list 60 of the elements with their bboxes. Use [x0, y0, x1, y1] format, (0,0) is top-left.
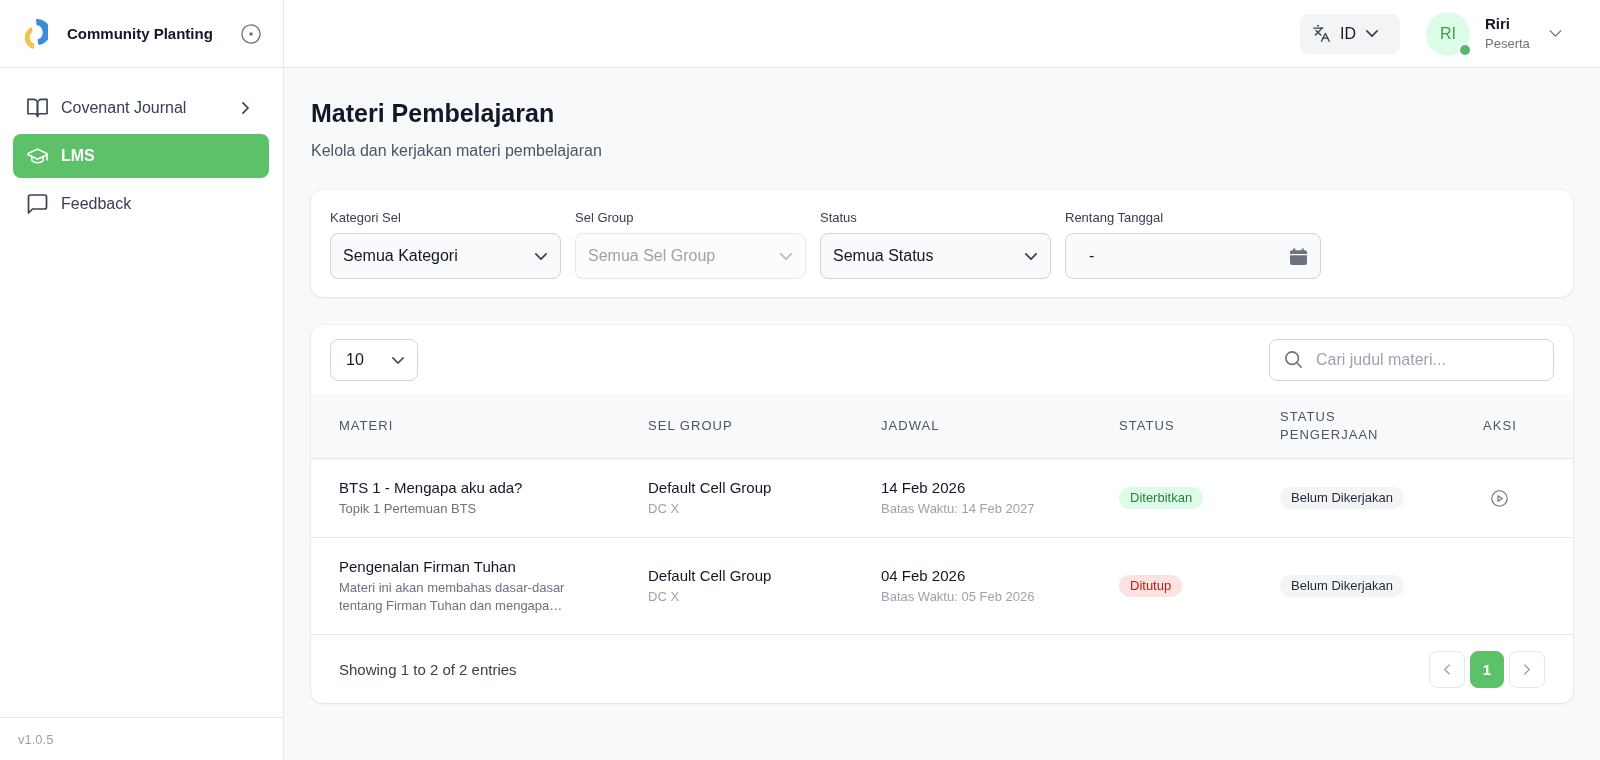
date-range-field[interactable]: - [1065, 233, 1321, 279]
materi-title: BTS 1 - Mengapa aku ada? [339, 478, 523, 498]
column-header: AKSI [1483, 417, 1517, 435]
column-header: STATUS PENGERJAAN [1280, 408, 1380, 444]
dropdown[interactable]: Semua Status [820, 233, 1051, 279]
progress-badge: Belum Dikerjakan [1280, 487, 1404, 509]
circle-dot-icon[interactable] [241, 23, 261, 44]
materi-description: Topik 1 Pertemuan BTS [339, 500, 477, 518]
search-icon [1285, 351, 1302, 368]
chevron-down-icon [535, 252, 547, 260]
group-name: Default Cell Group [648, 478, 772, 498]
materi-title: Pengenalan Firman Tuhan [339, 557, 516, 577]
field-label: Kategori Sel [330, 210, 401, 226]
translate-icon [1313, 25, 1330, 42]
user-name: Riri [1485, 15, 1511, 33]
calendar-icon [1290, 247, 1307, 265]
search-field[interactable]: Cari judul materi... [1269, 339, 1554, 381]
chevron-down-icon [1366, 30, 1378, 37]
sidebar-item[interactable]: Covenant Journal [13, 86, 269, 130]
dropdown[interactable]: Semua Kategori [330, 233, 561, 279]
group-name: Default Cell Group [648, 566, 772, 586]
schedule-date: 14 Feb 2026 [881, 478, 966, 498]
field-label: Sel Group [575, 210, 634, 226]
page-title: Materi Pembelajaran [311, 98, 555, 129]
language-button[interactable]: ID [1300, 13, 1400, 54]
page-size-select[interactable]: 10 [330, 339, 418, 381]
deadline-text: Batas Waktu: 14 Feb 2027 [881, 500, 1035, 518]
column-header: SEL GROUP [648, 417, 733, 435]
chevron-down-icon [1025, 252, 1037, 260]
column-header: MATERI [339, 417, 394, 435]
group-code: DC X [648, 500, 680, 518]
book-icon [27, 98, 48, 118]
play-icon[interactable] [1491, 489, 1508, 507]
chevron-down-icon [780, 252, 792, 260]
progress-badge: Belum Dikerjakan [1280, 575, 1404, 597]
avatar: RI [1426, 11, 1470, 56]
brand-name: Community Planting [67, 25, 214, 42]
user-role: Peserta [1485, 36, 1531, 52]
chevron-down-icon[interactable] [1549, 30, 1562, 37]
sidebar-item[interactable]: Feedback [13, 182, 269, 226]
chevron-down-icon [392, 356, 404, 364]
chevron-right-icon [242, 102, 249, 114]
logo-icon [22, 17, 48, 50]
graduation-cap-icon [27, 146, 48, 166]
page-subtitle: Kelola dan kerjakan materi pembelajaran [311, 141, 602, 161]
column-header: JADWAL [881, 417, 940, 435]
version-label: v1.0.5 [18, 731, 54, 747]
chevron-left-icon [1444, 663, 1450, 675]
column-header: STATUS [1119, 417, 1175, 435]
field-label: Rentang Tanggal [1065, 210, 1164, 226]
group-code: DC X [648, 588, 680, 606]
entries-summary: Showing 1 to 2 of 2 entries [339, 660, 517, 678]
chat-bubble-icon [27, 194, 48, 214]
status-badge: Ditutup [1119, 575, 1183, 597]
status-badge: Diterbitkan [1119, 487, 1204, 509]
materi-description: Materi ini akan membahas dasar-dasar tentang Firman Tuhan dan mengapa… [339, 579, 566, 615]
chevron-right-icon [1524, 663, 1530, 675]
field-label: Status [820, 210, 857, 226]
schedule-date: 04 Feb 2026 [881, 566, 966, 586]
deadline-text: Batas Waktu: 05 Feb 2026 [881, 588, 1035, 606]
